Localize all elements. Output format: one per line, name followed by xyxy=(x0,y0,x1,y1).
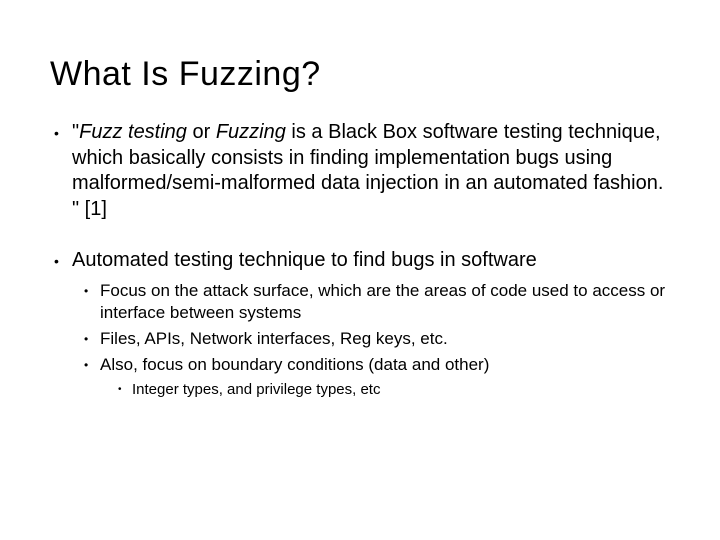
sub-bullet-1-text: Focus on the attack surface, which are t… xyxy=(100,281,665,322)
sub-bullet-list: Focus on the attack surface, which are t… xyxy=(72,280,670,400)
bullet-list: "Fuzz testing or Fuzzing is a Black Box … xyxy=(50,120,670,400)
italic-fuzz-testing: Fuzz testing xyxy=(79,121,187,143)
italic-fuzzing: Fuzzing xyxy=(216,121,286,143)
bullet-item-1: "Fuzz testing or Fuzzing is a Black Box … xyxy=(50,120,670,222)
sub-bullet-1: Focus on the attack surface, which are t… xyxy=(78,280,670,324)
sub-sub-bullet-1-text: Integer types, and privilege types, etc xyxy=(132,381,380,398)
slide: What Is Fuzzing? "Fuzz testing or Fuzzin… xyxy=(0,0,720,540)
bullet-item-2: Automated testing technique to find bugs… xyxy=(50,248,670,399)
sub-bullet-2: Files, APIs, Network interfaces, Reg key… xyxy=(78,328,670,350)
bullet-2-text: Automated testing technique to find bugs… xyxy=(72,249,537,271)
slide-title: What Is Fuzzing? xyxy=(50,55,670,94)
sub-bullet-3: Also, focus on boundary conditions (data… xyxy=(78,354,670,400)
sub-bullet-2-text: Files, APIs, Network interfaces, Reg key… xyxy=(100,329,448,348)
sub-bullet-3-text: Also, focus on boundary conditions (data… xyxy=(100,355,489,374)
text-or: or xyxy=(187,121,216,143)
sub-sub-bullet-1: Integer types, and privilege types, etc xyxy=(110,380,670,400)
sub-sub-bullet-list: Integer types, and privilege types, etc xyxy=(100,380,670,400)
